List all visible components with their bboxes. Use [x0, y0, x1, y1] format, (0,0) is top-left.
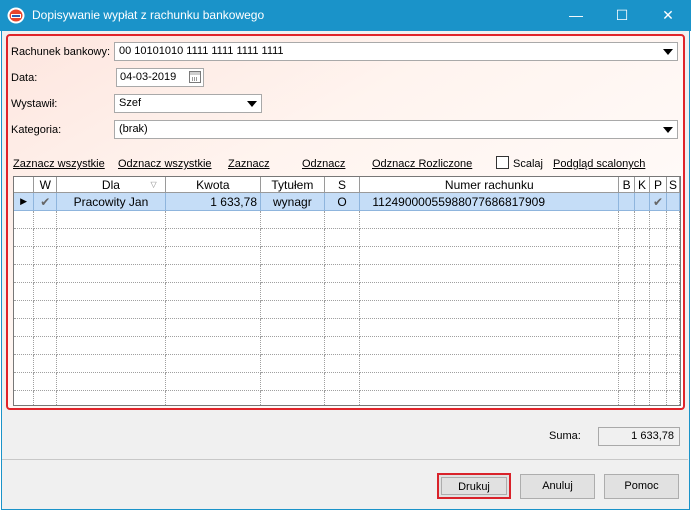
title-bar: Dopisywanie wypłat z rachunku bankowego …: [0, 0, 691, 31]
col-k[interactable]: K: [634, 177, 650, 193]
table-row[interactable]: [14, 390, 680, 405]
cell-s[interactable]: O: [324, 192, 361, 211]
rachunek-value: 00 10101010 1111 1111 1111 1111: [119, 45, 284, 57]
col-s[interactable]: S: [324, 177, 361, 193]
wystawil-value: Szef: [119, 97, 142, 109]
help-button[interactable]: Pomoc: [604, 474, 679, 499]
calendar-icon[interactable]: [189, 71, 201, 83]
col-numer-rachunku[interactable]: Numer rachunku: [359, 177, 620, 193]
wystawil-label: Wystawił:: [11, 98, 58, 110]
cell-w-checkmark[interactable]: ✔: [33, 192, 58, 211]
col-dla[interactable]: Dla ▽: [56, 177, 166, 193]
table-row[interactable]: [14, 336, 680, 355]
merged-preview-link[interactable]: Podgląd scalonych: [553, 158, 645, 170]
cancel-button[interactable]: Anuluj: [520, 474, 595, 499]
kategoria-label: Kategoria:: [11, 124, 62, 136]
cell-dla[interactable]: Pracowity Jan: [56, 192, 166, 211]
col-w[interactable]: W: [33, 177, 58, 193]
chevron-down-icon: [663, 49, 673, 55]
merge-checkbox[interactable]: [496, 156, 509, 169]
table-row[interactable]: [14, 282, 680, 301]
table-row[interactable]: [14, 372, 680, 391]
date-input[interactable]: 04-03-2019: [116, 68, 204, 87]
window-title: Dopisywanie wypłat z rachunku bankowego: [32, 8, 265, 22]
kategoria-dropdown[interactable]: (brak): [114, 120, 678, 139]
table-row[interactable]: [14, 210, 680, 229]
col-p[interactable]: P: [649, 177, 668, 193]
table-header-row: W Dla ▽ Kwota Tytułem S Numer rachunku B …: [14, 177, 680, 193]
cell-s2[interactable]: [666, 192, 680, 211]
date-value: 04-03-2019: [120, 71, 177, 83]
cell-tytulem[interactable]: wynagr: [260, 192, 325, 211]
col-b[interactable]: B: [618, 177, 636, 193]
print-button[interactable]: Drukuj: [437, 473, 511, 499]
select-all-link[interactable]: Zaznacz wszystkie: [13, 158, 105, 170]
row-indicator-icon: ▶: [14, 192, 35, 211]
col-tytulem[interactable]: Tytułem: [260, 177, 325, 193]
select-link[interactable]: Zaznacz: [228, 158, 270, 170]
deselect-settled-link[interactable]: Odznacz Rozliczone: [372, 158, 472, 170]
wystawil-dropdown[interactable]: Szef: [114, 94, 262, 113]
col-dla-label: Dla: [101, 177, 120, 192]
table-row[interactable]: [14, 264, 680, 283]
table-row[interactable]: [14, 300, 680, 319]
cell-kwota[interactable]: 1 633,78: [165, 192, 262, 211]
app-logo-icon: [7, 7, 25, 24]
payments-grid[interactable]: W Dla ▽ Kwota Tytułem S Numer rachunku B …: [13, 176, 681, 406]
kategoria-value: (brak): [119, 123, 148, 135]
col-indicator: [14, 177, 35, 193]
table-row[interactable]: [14, 318, 680, 337]
cell-b[interactable]: [618, 192, 636, 211]
chevron-down-icon: [663, 127, 673, 133]
sort-indicator-icon: ▽: [150, 180, 157, 189]
table-row[interactable]: ▶ ✔ Pracowity Jan 1 633,78 wynagr O 1124…: [14, 192, 680, 211]
close-button[interactable]: ✕: [645, 0, 691, 31]
col-kwota[interactable]: Kwota: [165, 177, 262, 193]
merge-checkbox-label: Scalaj: [513, 158, 543, 170]
deselect-link[interactable]: Odznacz: [302, 158, 345, 170]
maximize-button[interactable]: ☐: [599, 0, 645, 31]
sum-label: Suma:: [549, 430, 581, 442]
footer-separator: [2, 459, 688, 460]
table-row[interactable]: [14, 228, 680, 247]
print-button-label: Drukuj: [441, 477, 507, 495]
data-label: Data:: [11, 72, 38, 84]
deselect-all-link[interactable]: Odznacz wszystkie: [118, 158, 212, 170]
cell-k[interactable]: [634, 192, 650, 211]
cell-p-checkmark[interactable]: ✔: [649, 192, 668, 211]
rachunek-label: Rachunek bankowy:: [11, 46, 111, 58]
chevron-down-icon: [247, 101, 257, 107]
table-row[interactable]: [14, 354, 680, 373]
table-row[interactable]: [14, 246, 680, 265]
rachunek-dropdown[interactable]: 00 10101010 1111 1111 1111 1111: [114, 42, 678, 61]
payments-table: W Dla ▽ Kwota Tytułem S Numer rachunku B …: [14, 177, 680, 405]
cell-numer-rachunku[interactable]: 11249000055988077686817909: [359, 192, 620, 211]
minimize-button[interactable]: —: [553, 0, 599, 31]
col-s2[interactable]: S: [666, 177, 680, 193]
sum-value-field: 1 633,78: [598, 427, 680, 446]
